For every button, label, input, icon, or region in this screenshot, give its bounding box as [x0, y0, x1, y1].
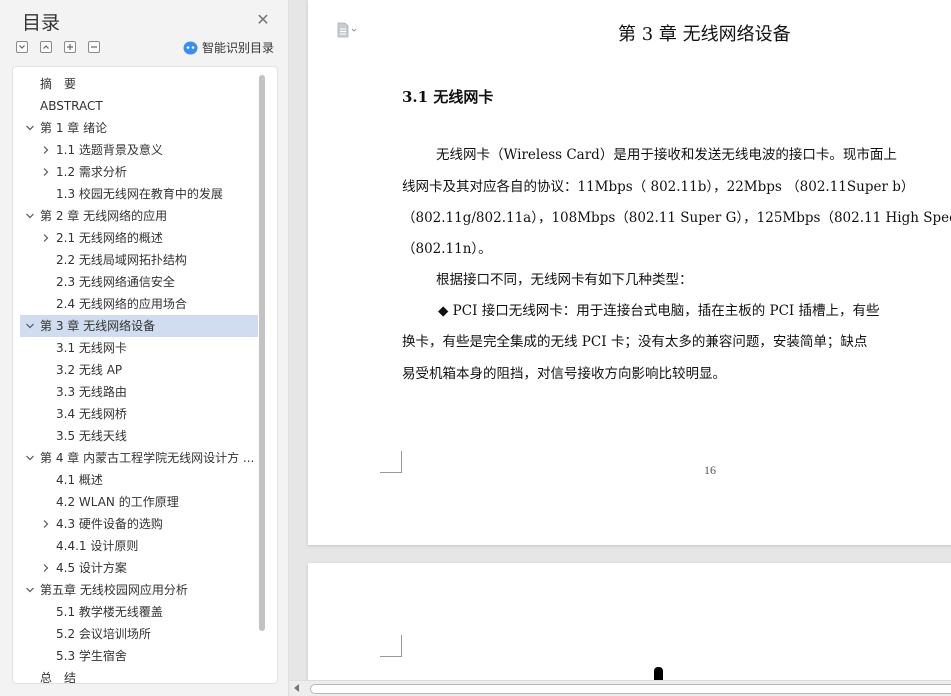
- paragraph-line: ◆ PCI 接口无线网卡：用于连接台式电脑，插在主板的 PCI 插槽上，有些: [438, 303, 880, 319]
- toc-item-label: 第五章 无线校园网应用分析: [40, 583, 188, 597]
- crop-mark: [380, 451, 402, 473]
- toc-item-label: 第 2 章 无线网络的应用: [40, 209, 168, 223]
- toc-item[interactable]: 第 1 章 绪论: [20, 117, 258, 139]
- expand-all-icon[interactable]: [40, 41, 52, 53]
- scroll-left-icon[interactable]: [294, 684, 299, 692]
- chevron-down-icon[interactable]: [25, 585, 35, 595]
- toc-scrollbar[interactable]: [259, 75, 265, 631]
- toc-item[interactable]: ABSTRACT: [20, 95, 258, 117]
- paragraph-line: 易受机箱本身的阻挡，对信号接收方向影响比较明显。: [402, 366, 726, 382]
- toc-item-label: 5.2 会议培训场所: [56, 627, 151, 641]
- toc-item-label: 3.2 无线 AP: [56, 363, 123, 377]
- toc-item-label: 1.2 需求分析: [56, 165, 127, 179]
- toc-item-label: 2.2 无线局域网拓扑结构: [56, 253, 187, 267]
- smart-recognize-icon: [183, 41, 198, 55]
- paragraph-line: （802.11g/802.11a），108Mbps（802.11 Super G…: [402, 210, 951, 226]
- smart-recognize-button[interactable]: 智能识别目录: [183, 40, 274, 56]
- toc-item[interactable]: 4.3 硬件设备的选购: [20, 513, 258, 535]
- chevron-down-icon[interactable]: [25, 123, 35, 133]
- paragraph-line: 线网卡及其对应各自的协议：11Mbps（ 802.11b），22Mbps （80…: [402, 179, 915, 195]
- toc-item[interactable]: 1.1 选题背景及意义: [20, 139, 258, 161]
- toc-item-label: 3.3 无线路由: [56, 385, 127, 399]
- crop-mark: [380, 635, 402, 657]
- toc-item-label: 4.1 概述: [56, 473, 103, 487]
- toc-item[interactable]: 第五章 无线校园网应用分析: [20, 579, 258, 601]
- chevron-right-icon[interactable]: [41, 145, 51, 155]
- toc-item-label: 3.1 无线网卡: [56, 341, 127, 355]
- toc-item[interactable]: 4.1 概述: [20, 469, 258, 491]
- close-icon[interactable]: ✕: [255, 12, 271, 28]
- toc-item-label: 4.5 设计方案: [56, 561, 127, 575]
- toc-sidebar: 目录 ✕ 智能识别目录 摘 要 ABSTRACT 第 1 章 绪论 1.1 选题背景及…: [0, 0, 289, 696]
- page: [308, 563, 951, 696]
- scroll-thumb[interactable]: [310, 684, 951, 694]
- section-title: 3.1 无线网卡: [402, 88, 494, 106]
- toc-item[interactable]: 3.3 无线路由: [20, 381, 258, 403]
- paragraph-line: （802.11n）。: [402, 241, 492, 257]
- page: 第 3 章 无线网络设备 3.1 无线网卡 无线网卡（Wireless Card…: [308, 0, 951, 545]
- paragraph-line: 换卡，有些是完全集成的无线 PCI 卡；没有太多的兼容问题，安装简单；缺点: [402, 334, 868, 350]
- chapter-title: 第 3 章 无线网络设备: [618, 24, 791, 45]
- toc-item-label: 3.4 无线网桥: [56, 407, 127, 421]
- toc-item[interactable]: 2.4 无线网络的应用场合: [20, 293, 258, 315]
- toc-item[interactable]: 1.2 需求分析: [20, 161, 258, 183]
- smart-recognize-label: 智能识别目录: [202, 41, 275, 55]
- add-icon[interactable]: [64, 41, 76, 53]
- toc-item-label: 2.3 无线网络通信安全: [56, 275, 175, 289]
- toc-item[interactable]: 5.2 会议培训场所: [20, 623, 258, 645]
- toc-item[interactable]: 总 结: [20, 667, 258, 684]
- paragraph-line: 根据接口不同，无线网卡有如下几种类型：: [436, 272, 693, 288]
- document-view: 第 3 章 无线网络设备 3.1 无线网卡 无线网卡（Wireless Card…: [290, 0, 951, 696]
- toc-item[interactable]: 2.3 无线网络通信安全: [20, 271, 258, 293]
- toc-item[interactable]: 3.1 无线网卡: [20, 337, 258, 359]
- toc-item-label: 5.1 教学楼无线覆盖: [56, 605, 163, 619]
- paragraph-line: 无线网卡（Wireless Card）是用于接收和发送无线电波的接口卡。现市面上: [436, 147, 897, 163]
- toc-item-label: 总 结: [40, 671, 77, 684]
- toc-item[interactable]: 第 2 章 无线网络的应用: [20, 205, 258, 227]
- toc-item[interactable]: 5.3 学生宿舍: [20, 645, 258, 667]
- toc-item[interactable]: 2.2 无线局域网拓扑结构: [20, 249, 258, 271]
- toc-item-label: 4.2 WLAN 的工作原理: [56, 495, 179, 509]
- chevron-down-icon[interactable]: [25, 453, 35, 463]
- collapse-all-icon[interactable]: [16, 41, 28, 53]
- toc-item[interactable]: 1.3 校园无线网在教育中的发展: [20, 183, 258, 205]
- chevron-right-icon[interactable]: [41, 167, 51, 177]
- horizontal-scrollbar[interactable]: [290, 680, 951, 696]
- toc-item[interactable]: 4.5 设计方案: [20, 557, 258, 579]
- toc-item-label: 4.4.1 设计原则: [56, 539, 139, 553]
- chevron-right-icon[interactable]: [41, 233, 51, 243]
- toc-item[interactable]: 5.1 教学楼无线覆盖: [20, 601, 258, 623]
- chevron-right-icon[interactable]: [41, 563, 51, 573]
- toc-item[interactable]: 2.1 无线网络的概述: [20, 227, 258, 249]
- document-icon[interactable]: [336, 22, 358, 38]
- toc-item[interactable]: 第 3 章 无线网络设备: [20, 315, 258, 337]
- chevron-down-icon[interactable]: [25, 321, 35, 331]
- toc-item-label: 第 1 章 绪论: [40, 121, 108, 135]
- toc-item-label: 2.1 无线网络的概述: [56, 231, 163, 245]
- chevron-right-icon[interactable]: [41, 519, 51, 529]
- toc-tree: 摘 要 ABSTRACT 第 1 章 绪论 1.1 选题背景及意义 1.2 需求分析 1.…: [12, 66, 278, 684]
- toc-item-label: 5.3 学生宿舍: [56, 649, 127, 663]
- toc-item-label: 第 3 章 无线网络设备: [40, 319, 156, 333]
- remove-icon[interactable]: [88, 41, 100, 53]
- sidebar-title: 目录: [22, 12, 61, 34]
- toc-item[interactable]: 第 4 章 内蒙古工程学院无线网设计方 ...: [20, 447, 258, 469]
- toc-item-label: 1.3 校园无线网在教育中的发展: [56, 187, 223, 201]
- toc-item[interactable]: 摘 要: [20, 73, 258, 95]
- toc-item[interactable]: 3.5 无线天线: [20, 425, 258, 447]
- toc-item[interactable]: 4.2 WLAN 的工作原理: [20, 491, 258, 513]
- toc-item[interactable]: 3.2 无线 AP: [20, 359, 258, 381]
- toc-item-label: ABSTRACT: [40, 99, 103, 113]
- toc-item-label: 4.3 硬件设备的选购: [56, 517, 163, 531]
- toc-item-label: 第 4 章 内蒙古工程学院无线网设计方 ...: [40, 451, 255, 465]
- chevron-down-icon[interactable]: [25, 211, 35, 221]
- toc-item-label: 摘 要: [40, 77, 77, 91]
- toc-item[interactable]: 3.4 无线网桥: [20, 403, 258, 425]
- toc-item[interactable]: 4.4.1 设计原则: [20, 535, 258, 557]
- page-number: 16: [704, 463, 716, 477]
- toc-item-label: 2.4 无线网络的应用场合: [56, 297, 187, 311]
- toc-item-label: 1.1 选题背景及意义: [56, 143, 163, 157]
- toc-item-label: 3.5 无线天线: [56, 429, 127, 443]
